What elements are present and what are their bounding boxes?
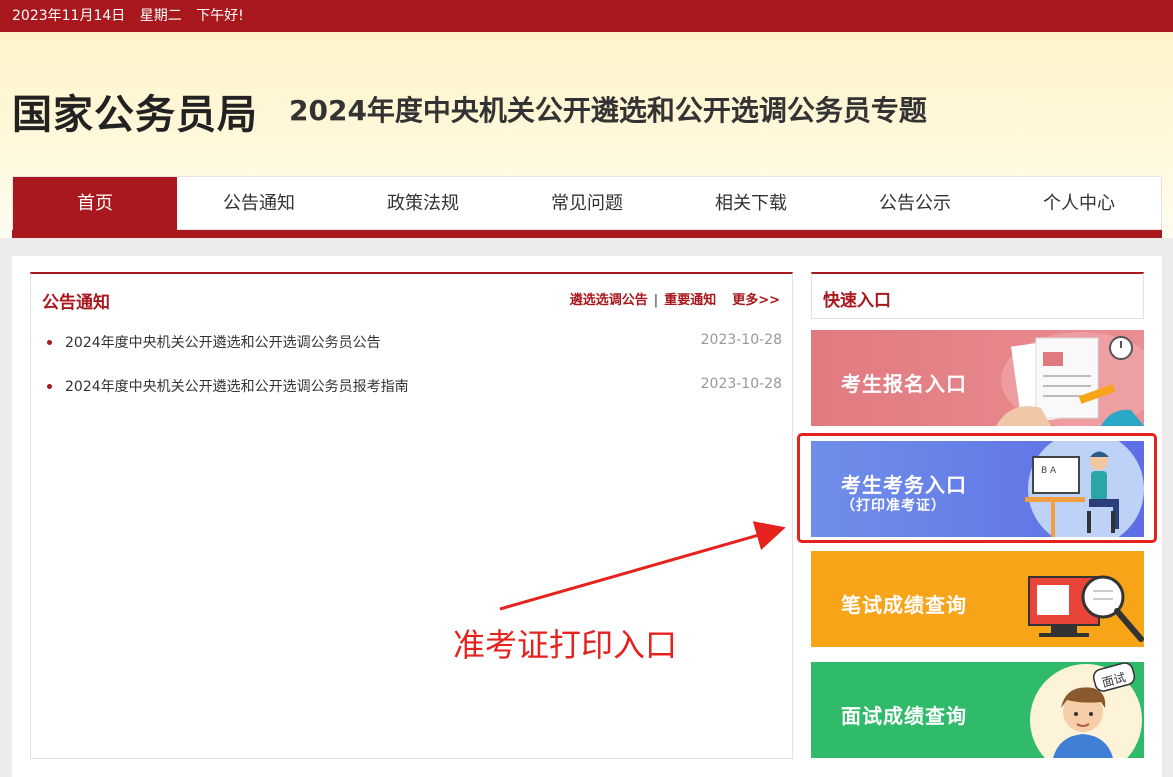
current-weekday: 星期二 [139,8,182,24]
topic-title: 2024年度中央机关公开遴选和公开选调公务员专题 [289,94,927,127]
nav-item-personal-center[interactable]: 个人中心 [997,177,1161,231]
top-date-bar: 2023年11月14日 星期二 下午好! [0,0,1173,32]
nav-item-notices[interactable]: 公告通知 [177,177,341,231]
nav-item-downloads[interactable]: 相关下载 [669,177,833,231]
current-date: 2023年11月14日 [12,8,126,24]
nav-underline [12,230,1162,238]
main-panel: 公告通知 遴选选调公告 | 重要通知 更多>> 2024年度中央机关公开遴选和公开选调… [12,256,1162,777]
nav-item-policies[interactable]: 政策法规 [341,177,505,231]
site-name[interactable]: 国家公务员局 [12,82,258,140]
site-header: 国家公务员局 2024年度中央机关公开遴选和公开选调公务员专题 首页 公告通知 … [0,32,1173,238]
greeting: 下午好! [196,8,244,24]
nav-item-home[interactable]: 首页 [13,177,177,231]
nav-item-faq[interactable]: 常见问题 [505,177,669,231]
annotation-arrow-icon [499,521,786,611]
main-nav: 首页 公告通知 政策法规 常见问题 相关下载 公告公示 个人中心 [12,176,1162,238]
nav-item-publicity[interactable]: 公告公示 [833,177,997,231]
